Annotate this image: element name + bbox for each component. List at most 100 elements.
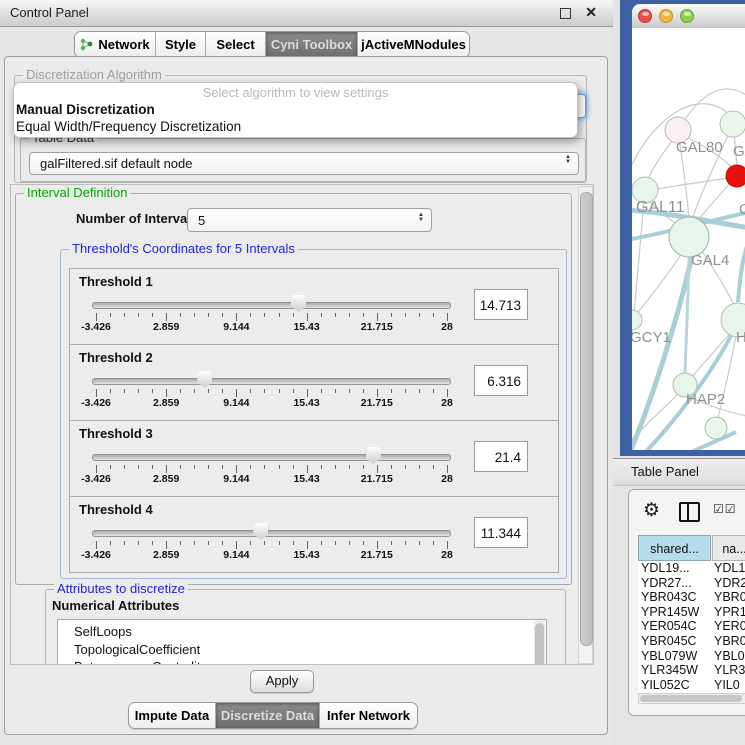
network-icon [80, 38, 93, 51]
network-node[interactable] [705, 417, 727, 439]
slider-thumb[interactable] [366, 447, 381, 464]
minor-tick [194, 313, 195, 317]
slider-track[interactable] [92, 302, 451, 309]
minimize-traffic-light-icon[interactable] [659, 9, 673, 23]
tab-style[interactable]: Style [155, 32, 205, 57]
gear-icon[interactable]: ⚙ [643, 499, 660, 522]
zoom-traffic-light-icon[interactable] [680, 9, 694, 23]
attributes-group-label: Attributes to discretize [54, 582, 188, 596]
table-row[interactable]: YDR27...YDR2 [638, 576, 745, 591]
network-node[interactable] [669, 217, 709, 257]
minor-tick [293, 541, 294, 545]
tab-jactivemnodules[interactable]: jActiveMNodules [357, 32, 469, 57]
tab-discretize-data[interactable]: Discretize Data [215, 703, 319, 728]
cell-shared-name: YDR27... [641, 576, 692, 591]
slider-track[interactable] [92, 378, 451, 385]
checkbox-icons[interactable]: ☑☑ [713, 502, 737, 516]
dropdown-option[interactable]: Manual Discretization [14, 101, 577, 118]
float-window-icon[interactable] [560, 8, 571, 19]
close-traffic-light-icon[interactable] [638, 9, 652, 23]
settings-scroll-area: Interval Definition Number of Intervals … [10, 184, 594, 665]
table-row[interactable]: YBL079WYBL0 [638, 649, 745, 664]
major-tick [377, 313, 378, 321]
network-node[interactable] [632, 310, 642, 330]
table-data-combobox[interactable]: galFiltered.sif default node ▲▼ [29, 152, 579, 175]
network-window-titlebar [632, 4, 745, 29]
vertical-scrollbar[interactable] [578, 186, 593, 664]
scrollbar-thumb[interactable] [640, 695, 742, 702]
slider-thumb[interactable] [253, 523, 268, 540]
columns-icon[interactable] [679, 502, 700, 522]
threshold-label: Threshold 2 [79, 350, 153, 365]
tab-cyni-toolbox[interactable]: Cyni Toolbox [265, 32, 357, 57]
scrollbar-thumb[interactable] [580, 192, 593, 646]
tab-select[interactable]: Select [205, 32, 265, 57]
attribute-list-item[interactable]: SelfLoops [58, 623, 546, 641]
close-icon[interactable]: ✕ [585, 4, 597, 21]
cell-name: YLR3 [714, 663, 745, 678]
slider-track[interactable] [92, 530, 451, 537]
table-row[interactable]: YDL19...YDL1 [638, 561, 745, 576]
threshold-value-field[interactable]: 11.344 [474, 517, 528, 548]
threshold-value-field[interactable]: 14.713 [474, 289, 528, 320]
attribute-list-item[interactable]: BetweennessCentrality [58, 658, 546, 665]
table-row[interactable]: YIL052CYIL0 [638, 678, 745, 693]
major-tick [236, 541, 237, 549]
tab-impute-data[interactable]: Impute Data [129, 703, 215, 728]
threshold-value-field[interactable]: 21.4 [474, 441, 528, 472]
table-row[interactable]: YLR345WYLR3 [638, 663, 745, 678]
network-node-label: HAP2 [686, 391, 725, 408]
minor-tick [152, 465, 153, 469]
threshold-value-field[interactable]: 6.316 [474, 365, 528, 396]
dropdown-option[interactable]: Equal Width/Frequency Discretization [14, 118, 577, 135]
screen: Control Panel ✕ NetworkStyleSelectCyni T… [0, 0, 745, 745]
table-row[interactable]: YPR145WYPR1 [638, 605, 745, 620]
slider-thumb[interactable] [197, 371, 212, 388]
tick-label: 2.859 [136, 397, 196, 409]
slider-thumb[interactable] [291, 295, 306, 312]
table-row[interactable]: YBR045CYBR0 [638, 634, 745, 649]
minor-tick [138, 465, 139, 469]
right-column: GAL80GAGAL11CGAL4GCY1HHAP2 Table Panel ⚙… [613, 0, 745, 745]
numerical-attributes-list[interactable]: SelfLoopsTopologicalCoefficientBetweenne… [57, 619, 547, 665]
tab-label: Style [165, 37, 196, 52]
minor-tick [124, 541, 125, 545]
horizontal-scrollbar[interactable] [638, 693, 745, 704]
minor-tick [321, 465, 322, 469]
network-edge [632, 256, 692, 450]
network-edge [657, 178, 728, 189]
network-node-label: GAL11 [636, 199, 685, 216]
column-header[interactable]: shared... [638, 535, 711, 561]
table-row[interactable]: YBR043CYBR0 [638, 590, 745, 605]
cell-name: YER0 [714, 619, 745, 634]
minor-tick [293, 465, 294, 469]
column-header[interactable]: na... [712, 535, 745, 561]
number-of-intervals-combobox[interactable]: 5 ▲▼ [187, 208, 432, 232]
minor-tick [208, 313, 209, 317]
slider-track[interactable] [92, 454, 451, 461]
major-tick [447, 541, 448, 549]
tab-label: Cyni Toolbox [271, 37, 352, 52]
tab-infer-network[interactable]: Infer Network [319, 703, 417, 728]
list-scrollbar[interactable] [534, 621, 545, 665]
number-of-intervals-label: Number of Intervals [76, 211, 198, 226]
minor-tick [335, 313, 336, 317]
network-node[interactable] [726, 165, 745, 187]
minor-tick [208, 389, 209, 393]
major-tick [377, 465, 378, 473]
attribute-list-item[interactable]: TopologicalCoefficient [58, 641, 546, 659]
network-node[interactable] [720, 111, 745, 137]
tab-network[interactable]: Network [75, 32, 155, 57]
interval-definition-group: Interval Definition Number of Intervals … [15, 193, 572, 585]
tab-label: Impute Data [135, 708, 209, 723]
major-tick [166, 541, 167, 549]
interval-definition-label: Interval Definition [24, 186, 130, 200]
table-row[interactable]: YER054CYER0 [638, 619, 745, 634]
apply-button[interactable]: Apply [250, 670, 314, 693]
control-panel-tabbar: Network Style Select Cyni Toolbox jActiveMNo… [74, 31, 470, 58]
cell-name: YBR0 [714, 634, 745, 649]
major-tick [166, 313, 167, 321]
network-canvas[interactable]: GAL80GAGAL11CGAL4GCY1HHAP2 [632, 28, 745, 450]
minor-tick [180, 541, 181, 545]
tick-label: 9.144 [206, 397, 266, 409]
